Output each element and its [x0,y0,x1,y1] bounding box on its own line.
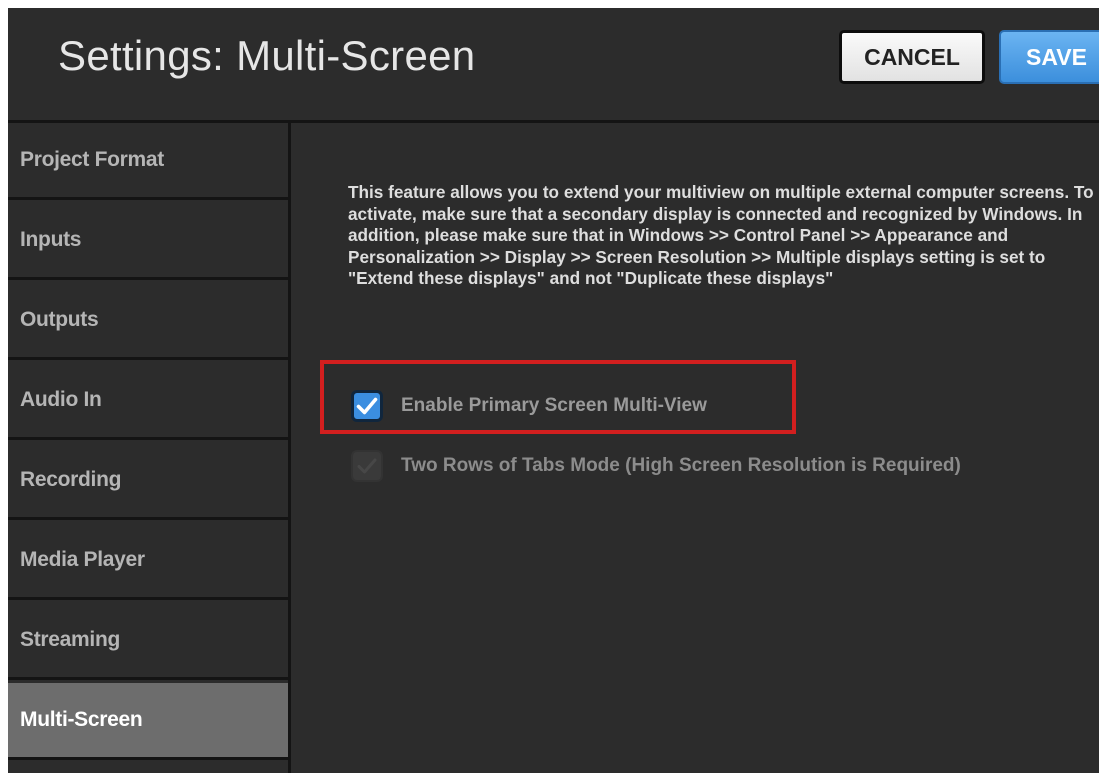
sidebar-item-project-format[interactable]: Project Format [8,123,288,200]
settings-sidebar: Project Format Inputs Outputs Audio In R… [8,123,291,773]
sidebar-item-streaming[interactable]: Streaming [8,603,288,680]
sidebar-item-multi-screen[interactable]: Multi-Screen [8,683,288,760]
two-rows-tabs-checkbox [351,450,383,482]
page-title: Settings: Multi-Screen [58,32,476,79]
two-rows-tabs-option: Two Rows of Tabs Mode (High Screen Resol… [351,450,961,482]
sidebar-item-inputs[interactable]: Inputs [8,203,288,280]
checkmark-icon [357,458,377,474]
sidebar-item-recording[interactable]: Recording [8,443,288,520]
enable-primary-multiview-label: Enable Primary Screen Multi-View [401,395,707,416]
two-rows-tabs-label: Two Rows of Tabs Mode (High Screen Resol… [401,455,961,476]
enable-primary-multiview-option[interactable]: Enable Primary Screen Multi-View [351,390,707,422]
settings-content: This feature allows you to extend your m… [291,123,1099,773]
cancel-button[interactable]: CANCEL [839,30,985,84]
checkmark-icon [356,397,378,415]
sidebar-item-audio-in[interactable]: Audio In [8,363,288,440]
sidebar-item-media-player[interactable]: Media Player [8,523,288,600]
settings-header: Settings: Multi-Screen CANCEL SAVE [8,8,1099,123]
settings-window: Settings: Multi-Screen CANCEL SAVE Proje… [8,8,1099,773]
enable-primary-multiview-checkbox[interactable] [351,390,383,422]
save-button[interactable]: SAVE [999,30,1099,84]
feature-description: This feature allows you to extend your m… [348,182,1094,288]
sidebar-item-outputs[interactable]: Outputs [8,283,288,360]
